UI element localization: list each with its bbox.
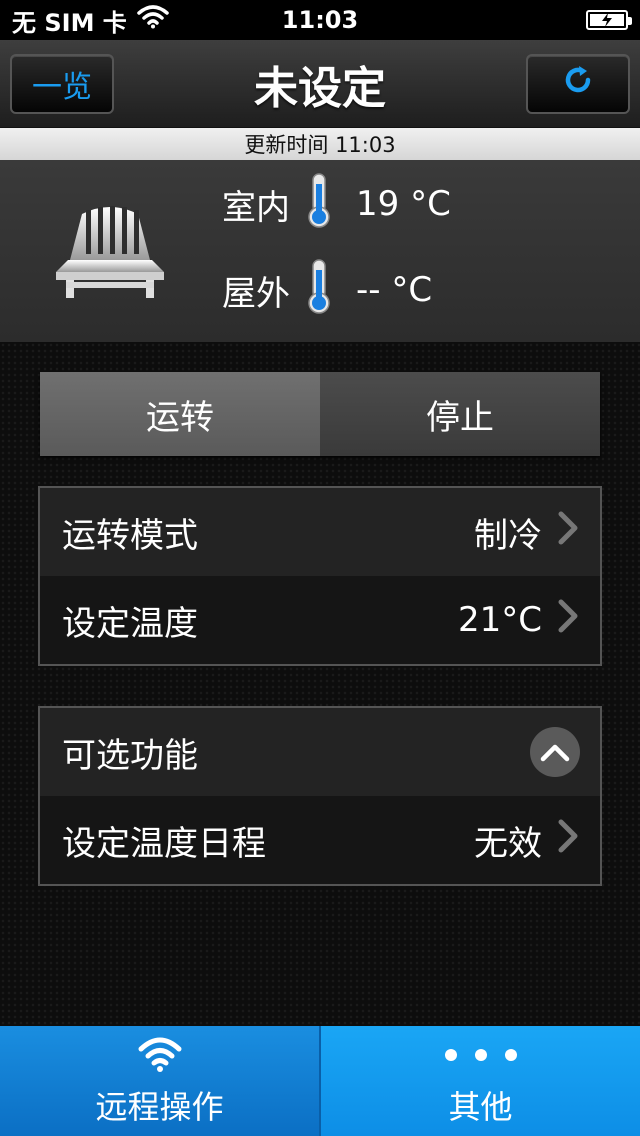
run-button-label: 运转: [146, 397, 214, 438]
update-time-bar: 更新时间 11:03: [0, 128, 640, 160]
wifi-icon: [137, 1030, 183, 1080]
settings-group: 运转模式 制冷 设定温度 21°C: [38, 486, 602, 666]
outdoor-value: -- °C: [356, 270, 433, 310]
more-icon: [443, 1030, 519, 1080]
set-temperature-value: 21°C: [457, 600, 542, 640]
run-button[interactable]: 运转: [40, 372, 320, 456]
stop-button[interactable]: 停止: [320, 372, 600, 456]
wifi-icon: [137, 5, 169, 35]
options-group: 可选功能 设定温度日程 无效: [38, 706, 602, 886]
schedule-row[interactable]: 设定温度日程 无效: [40, 796, 600, 884]
status-bar: 无 SIM 卡 11:03: [0, 0, 640, 40]
refresh-icon: [561, 63, 595, 105]
nav-bar: 一览 未设定: [0, 40, 640, 128]
options-title: 可选功能: [62, 735, 198, 776]
carrier-label: 无 SIM 卡: [12, 8, 127, 37]
set-temperature-label: 设定温度: [62, 603, 198, 644]
chevron-up-icon: [540, 744, 570, 762]
tab-other-label: 其他: [448, 1088, 513, 1126]
chevron-right-icon: [556, 598, 580, 643]
schedule-label: 设定温度日程: [62, 823, 266, 864]
battery-icon: [586, 10, 632, 30]
mode-row[interactable]: 运转模式 制冷: [40, 488, 600, 576]
thermometer-icon: [306, 258, 332, 323]
outdoor-label: 屋外: [222, 273, 290, 314]
indoor-temperature-row: 室内 19 °C: [222, 172, 451, 237]
mode-value: 制冷: [474, 515, 542, 556]
chevron-right-icon: [556, 818, 580, 863]
power-segmented-control: 运转 停止: [40, 372, 600, 456]
outdoor-temperature-row: 屋外 -- °C: [222, 258, 433, 323]
tab-remote-operation-label: 远程操作: [95, 1088, 224, 1126]
refresh-button[interactable]: [526, 54, 630, 114]
indoor-label: 室内: [222, 187, 290, 228]
overview-button-label: 一览: [32, 70, 92, 105]
main-content: 运转 停止 运转模式 制冷 设定温度 21°C 可选功能 设定温度日程 无效: [0, 342, 640, 1026]
tab-remote-operation[interactable]: 远程操作: [0, 1026, 319, 1136]
thermometer-icon: [306, 172, 332, 237]
set-temperature-row[interactable]: 设定温度 21°C: [40, 576, 600, 664]
overview-button[interactable]: 一览: [10, 54, 114, 114]
mode-label: 运转模式: [62, 515, 198, 556]
tab-bar: 远程操作 其他: [0, 1026, 640, 1136]
chevron-right-icon: [556, 510, 580, 555]
update-time-text: 更新时间 11:03: [244, 133, 396, 157]
temperature-panel: 室内 19 °C 屋外 -- °C: [0, 160, 640, 342]
page-title: 未设定: [254, 63, 386, 114]
options-header-row[interactable]: 可选功能: [40, 708, 600, 796]
schedule-value: 无效: [474, 823, 542, 864]
indoor-value: 19 °C: [356, 184, 451, 224]
tab-other[interactable]: 其他: [319, 1026, 640, 1136]
air-conditioner-icon: [52, 204, 168, 304]
collapse-button[interactable]: [530, 727, 580, 777]
stop-button-label: 停止: [426, 397, 494, 438]
